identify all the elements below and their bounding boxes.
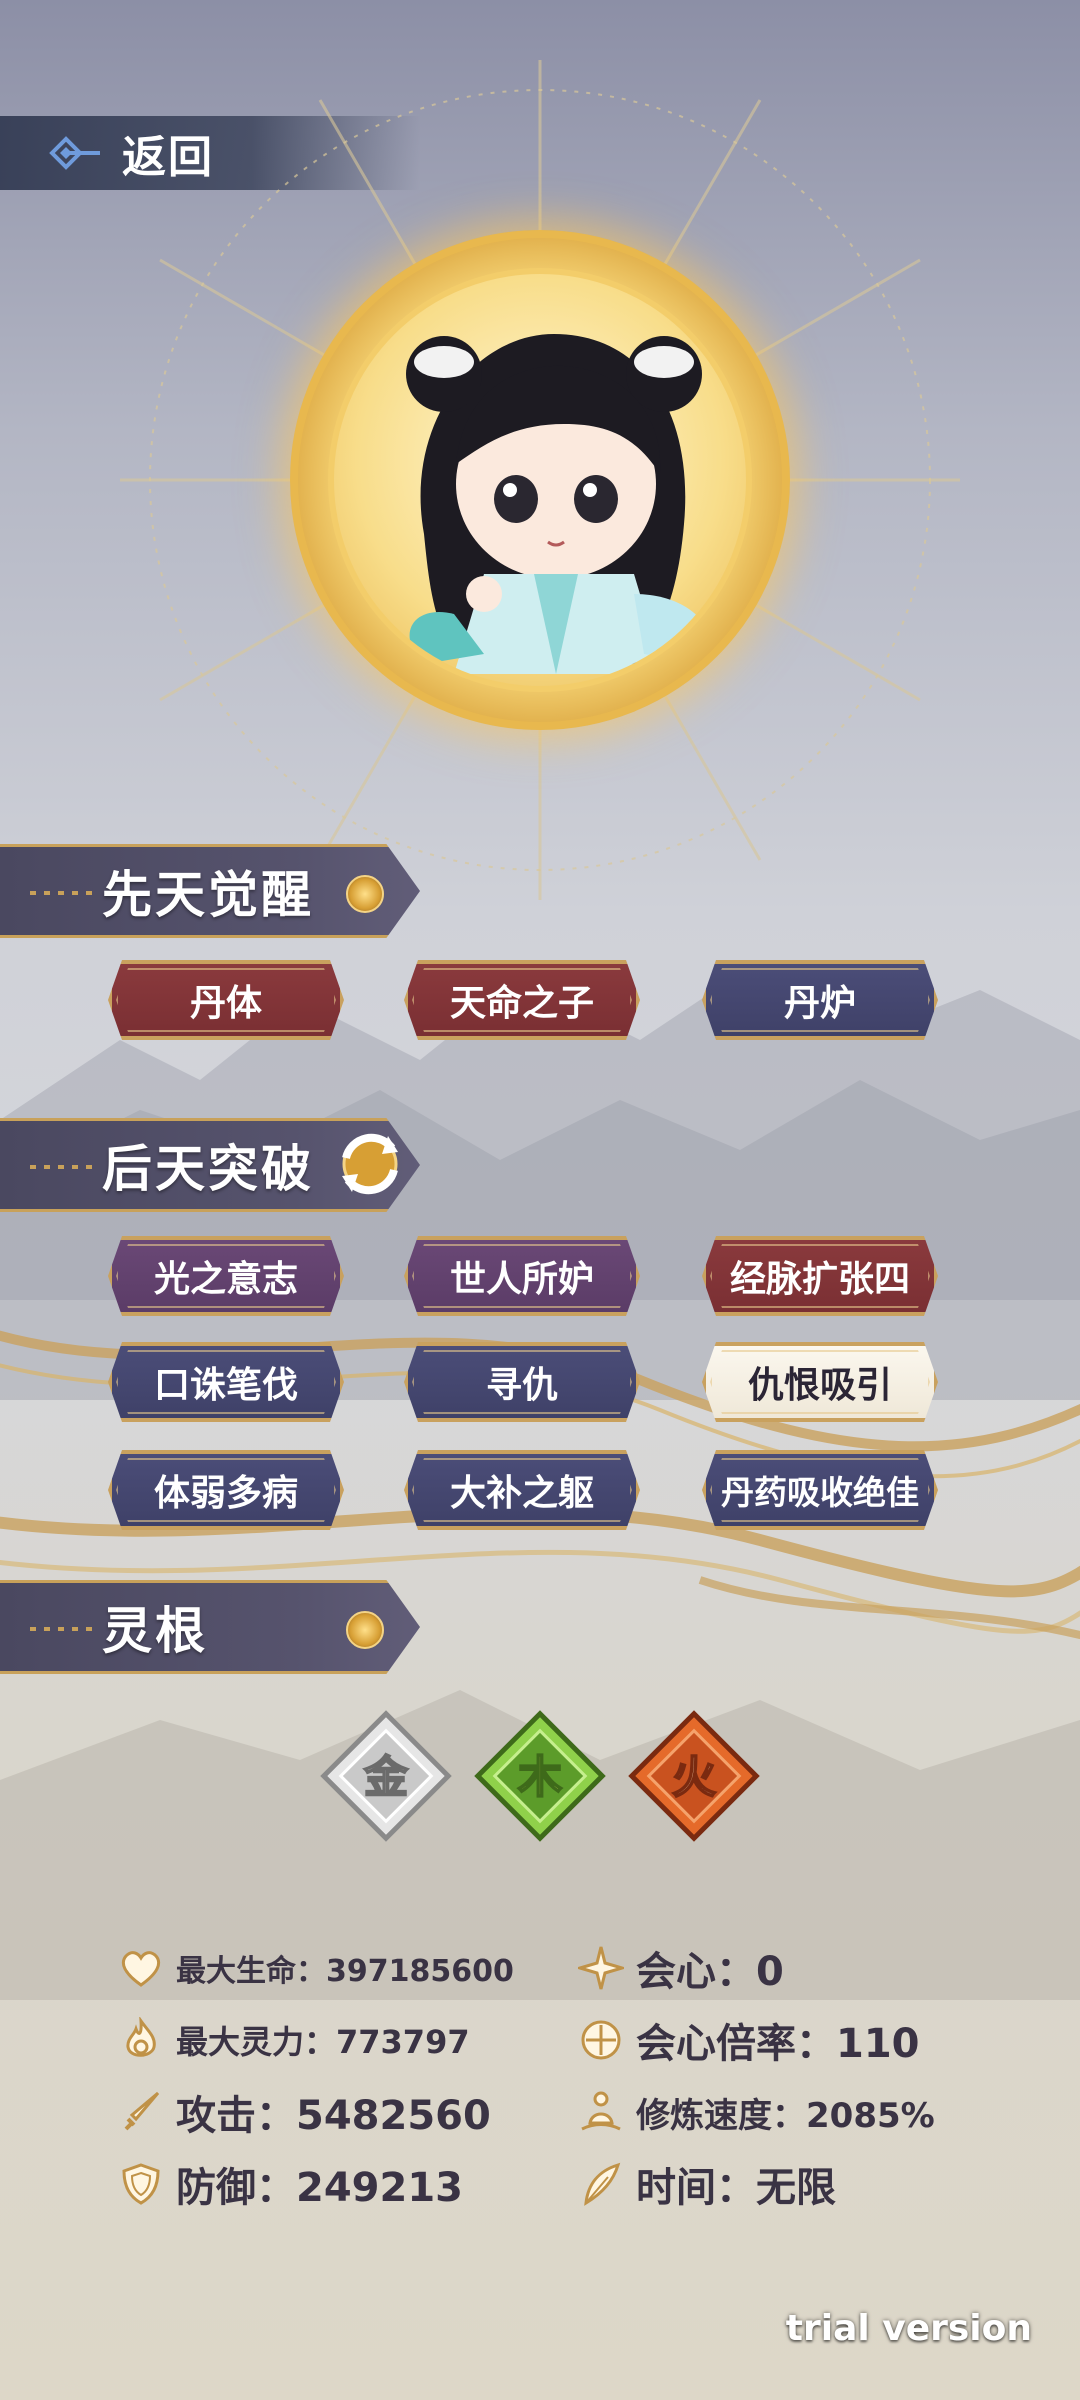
header-dots — [30, 1165, 94, 1169]
trait-label: 体弱多病 — [153, 1473, 298, 1514]
trait-tag[interactable]: 丹炉 — [702, 960, 938, 1040]
trait-tag[interactable]: 光之意志 — [108, 1236, 344, 1316]
stat-text: 攻击：5482560 — [176, 2093, 491, 2139]
chibi-girl-icon — [406, 334, 711, 674]
avatar — [328, 268, 752, 692]
spirit-flame-icon — [126, 2017, 156, 2057]
section-title: 先天觉醒 — [102, 866, 314, 924]
section-header-spirit-root: 灵根 — [0, 1580, 420, 1674]
refresh-icon[interactable] — [330, 1124, 410, 1204]
stat-attack: 攻击：5482560 — [118, 2084, 491, 2140]
trait-label: 口诛笔伐 — [153, 1365, 298, 1406]
trait-label: 世人所妒 — [449, 1259, 594, 1300]
element-glyph: 火 — [672, 1752, 716, 1803]
stat-max-spirit: 最大灵力：773797 — [118, 2012, 470, 2068]
heart-icon — [121, 1951, 161, 1987]
character-portrait — [120, 60, 960, 900]
stat-text: 修炼速度：2085% — [636, 2095, 935, 2136]
section-header-innate: 先天觉醒 — [0, 844, 420, 938]
trait-label: 大补之躯 — [449, 1473, 594, 1514]
stat-crit: 会心：0 — [578, 1940, 784, 1996]
stat-defense: 防御：249213 — [118, 2156, 463, 2212]
trait-label: 经脉扩张四 — [729, 1259, 910, 1300]
trait-label: 丹体 — [189, 983, 262, 1024]
stat-crit-multiplier: 会心倍率：110 — [578, 2012, 920, 2068]
meditation-icon — [581, 2091, 621, 2131]
stat-text: 最大生命：397185600 — [176, 1954, 514, 1989]
stat-text: 时间：无限 — [636, 2165, 836, 2211]
trait-label: 丹炉 — [783, 983, 856, 1024]
stat-text: 最大灵力：773797 — [176, 2023, 470, 2061]
element-glyph: 木 — [518, 1752, 562, 1803]
trait-tag[interactable]: 丹体 — [108, 960, 344, 1040]
element-glyph: 金 — [363, 1752, 409, 1803]
trait-tag[interactable]: 丹药吸收绝佳 — [702, 1450, 938, 1530]
gold-orb-icon — [346, 875, 384, 913]
trait-tag[interactable]: 寻仇 — [404, 1342, 640, 1422]
header-dots — [30, 891, 94, 895]
trait-label: 丹药吸收绝佳 — [721, 1473, 919, 1512]
section-title: 灵根 — [102, 1602, 208, 1660]
stat-text: 会心倍率：110 — [636, 2021, 920, 2067]
stat-text: 会心：0 — [636, 1949, 784, 1995]
trait-label: 寻仇 — [485, 1365, 558, 1406]
crit-burst-icon — [578, 1946, 624, 1990]
back-arrow-icon — [49, 136, 100, 170]
trait-tag[interactable]: 大补之躯 — [404, 1450, 640, 1530]
sword-icon — [124, 2091, 160, 2131]
trait-tag[interactable]: 世人所妒 — [404, 1236, 640, 1316]
stat-text: 防御：249213 — [176, 2165, 463, 2211]
trait-label: 仇恨吸引 — [747, 1365, 892, 1406]
crit-rate-icon — [581, 2020, 621, 2060]
watermark: trial version — [785, 2308, 1032, 2349]
stat-time: 时间：无限 — [578, 2156, 836, 2212]
metal-element-icon[interactable]: 金 — [316, 1706, 456, 1846]
header-dots — [30, 1627, 94, 1631]
gold-orb-icon — [346, 1611, 384, 1649]
wood-element-icon[interactable]: 木 — [470, 1706, 610, 1846]
section-title: 后天突破 — [102, 1140, 314, 1198]
shield-icon — [122, 2163, 160, 2205]
trait-label: 天命之子 — [449, 983, 594, 1024]
trait-tag[interactable]: 体弱多病 — [108, 1450, 344, 1530]
trait-tag[interactable]: 天命之子 — [404, 960, 640, 1040]
trait-tag[interactable]: 经脉扩张四 — [702, 1236, 938, 1316]
stat-max-hp: 最大生命：397185600 — [118, 1940, 514, 1996]
trait-tag[interactable]: 口诛笔伐 — [108, 1342, 344, 1422]
fire-element-icon[interactable]: 火 — [624, 1706, 764, 1846]
feather-icon — [584, 2162, 621, 2206]
trait-tag[interactable]: 仇恨吸引 — [702, 1342, 938, 1422]
stat-cultivation-speed: 修炼速度：2085% — [578, 2084, 935, 2140]
trait-label: 光之意志 — [153, 1259, 298, 1300]
